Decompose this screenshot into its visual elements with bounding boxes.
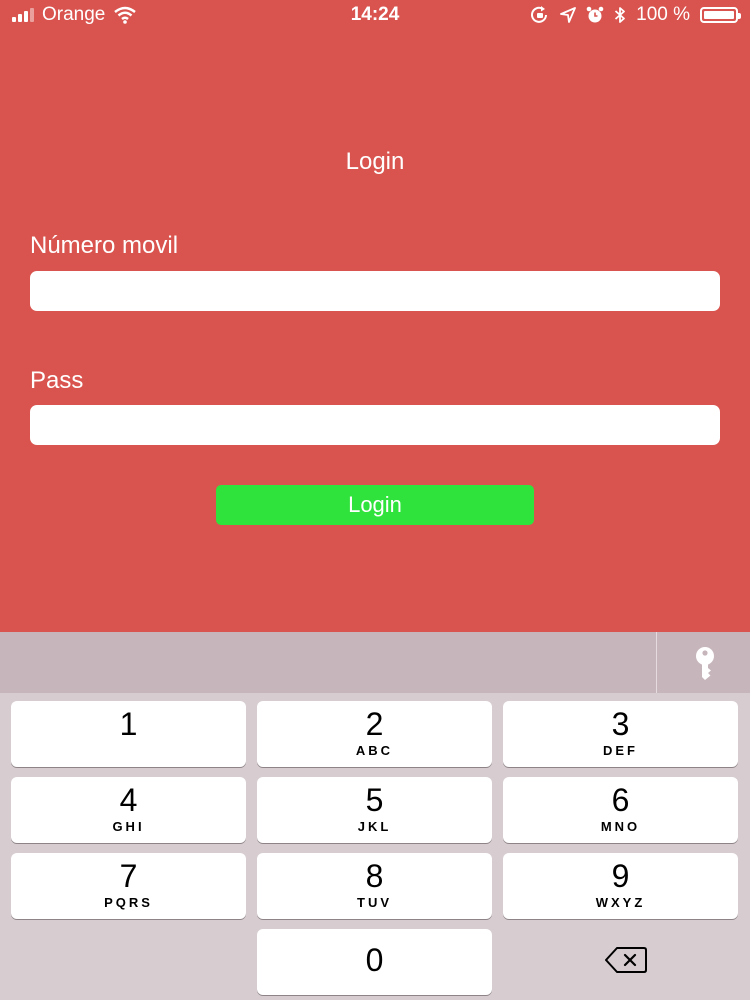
status-right: 100 % [530, 4, 741, 26]
key-number: 0 [365, 942, 384, 978]
key-icon[interactable] [692, 646, 718, 680]
key-number: 2 [365, 706, 384, 742]
keyboard-accessory-bar [0, 632, 750, 693]
password-input[interactable] [30, 405, 720, 445]
key-letters: GHI [112, 819, 145, 834]
key-number: 8 [365, 858, 384, 894]
page-title: Login [345, 148, 405, 175]
password-label: Pass [30, 367, 84, 394]
key-7[interactable]: 7 PQRS [11, 853, 246, 919]
key-letters: DEF [603, 743, 638, 758]
key-number: 3 [611, 706, 630, 742]
key-4[interactable]: 4 GHI [11, 777, 246, 843]
phone-number-input[interactable] [30, 271, 720, 311]
key-letters: ABC [355, 743, 394, 758]
key-letters: JKL [357, 819, 392, 834]
accessory-divider [656, 632, 657, 693]
battery-icon [700, 7, 741, 23]
key-letters: TUV [357, 895, 392, 910]
alarm-icon [586, 6, 604, 23]
key-8[interactable]: 8 TUV [257, 853, 492, 919]
key-6[interactable]: 6 MNO [503, 777, 738, 843]
key-letters: MNO [600, 819, 641, 834]
key-number: 6 [611, 782, 630, 818]
key-number: 1 [119, 706, 138, 742]
backspace-icon[interactable] [604, 946, 648, 974]
location-arrow-icon [560, 7, 577, 23]
key-1[interactable]: 1 [11, 701, 246, 767]
bluetooth-icon [615, 7, 626, 23]
phone-number-label: Número movil [30, 232, 179, 259]
login-button[interactable]: Login [216, 485, 534, 525]
rotation-lock-icon [531, 6, 548, 23]
key-9[interactable]: 9 WXYZ [503, 853, 738, 919]
key-number: 7 [119, 858, 138, 894]
key-letters: WXYZ [595, 895, 646, 910]
key-2[interactable]: 2 ABC [257, 701, 492, 767]
status-bar: Orange 14:24 100 % [0, 0, 750, 30]
key-5[interactable]: 5 JKL [257, 777, 492, 843]
key-0[interactable]: 0 [257, 929, 492, 995]
key-number: 4 [119, 782, 138, 818]
key-letters: PQRS [104, 895, 153, 910]
key-3[interactable]: 3 DEF [503, 701, 738, 767]
key-number: 9 [611, 858, 630, 894]
battery-percent: 100 % [636, 4, 690, 25]
key-number: 5 [365, 782, 384, 818]
